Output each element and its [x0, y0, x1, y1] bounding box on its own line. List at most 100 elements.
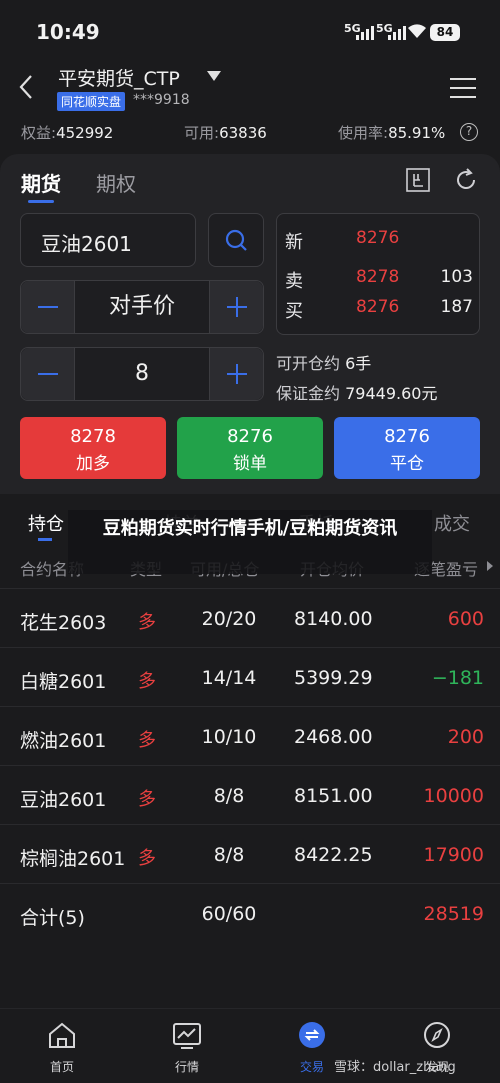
row-type: 多 [138, 671, 156, 692]
close-position-button[interactable]: 8276 平仓 [334, 417, 480, 479]
back-icon[interactable] [18, 74, 34, 100]
row-qty: 20/20 [201, 608, 257, 630]
account-summary: 权益:452992 可用:63836 使用率:85.91% ? [0, 120, 500, 148]
table-row[interactable]: 白糖2601 多 14/14 5399.29 −181 [0, 647, 500, 706]
watermark: 雪球：dollar_zhang [334, 1060, 456, 1075]
signal-icon [356, 24, 374, 40]
quantity-plus-button[interactable] [209, 348, 263, 400]
bid-price: 8276 [356, 297, 400, 317]
tab-underline [28, 200, 54, 203]
quantity-stepper: 8 [20, 347, 264, 401]
nav-market[interactable]: 行情 [157, 1021, 217, 1075]
nav-home-label: 首页 [49, 1060, 74, 1074]
trade-icon [299, 1022, 325, 1048]
row-qty: 8/8 [213, 844, 245, 866]
row-avg: 5399.29 [294, 667, 373, 689]
price-type-stepper: 对手价 [20, 280, 264, 334]
dropdown-caret-icon[interactable] [206, 70, 222, 82]
add-long-label: 加多 [76, 454, 110, 474]
table-row[interactable]: 花生2603 多 20/20 8140.00 600 [0, 588, 500, 647]
quantity-minus-button[interactable] [21, 348, 75, 400]
row-pl: 17900 [423, 844, 484, 866]
row-pl: 200 [447, 726, 484, 748]
ask-price: 8278 [356, 267, 400, 287]
row-name: 豆油2601 [20, 789, 107, 811]
total-pl: 28519 [423, 903, 484, 925]
search-icon [225, 229, 247, 251]
quantity-value[interactable]: 8 [75, 348, 209, 400]
lock-price: 8276 [227, 426, 273, 447]
row-type: 多 [138, 848, 156, 869]
bid-row[interactable]: 买 8276 187 [277, 293, 481, 323]
ask-label: 卖 [285, 271, 303, 292]
row-avg: 2468.00 [294, 726, 373, 748]
margin-label: 保证金约 [276, 384, 341, 403]
nav-trade[interactable]: 交易 [282, 1021, 342, 1075]
menu-icon[interactable] [450, 76, 476, 100]
order-panel: 期货 期权 豆油2601 对手价 8 新 8276 卖 8278 103 买 8… [0, 154, 500, 494]
tab-options[interactable]: 期权 [96, 168, 136, 197]
lock-button[interactable]: 8276 锁单 [177, 417, 323, 479]
row-qty: 10/10 [201, 726, 257, 748]
bid-label: 买 [285, 301, 303, 322]
row-avg: 8422.25 [294, 844, 373, 866]
price-type-value[interactable]: 对手价 [75, 281, 209, 333]
last-price-row: 新 8276 [277, 224, 481, 254]
margin-value: 79449.60元 [345, 384, 438, 403]
row-name: 棕榈油2601 [20, 848, 126, 870]
openable-label: 可开仓约 [276, 354, 341, 373]
table-row[interactable]: 燃油2601 多 10/10 2468.00 200 [0, 706, 500, 765]
contract-input[interactable]: 豆油2601 [20, 213, 196, 267]
price-plus-button[interactable] [209, 281, 263, 333]
wifi-icon [408, 24, 426, 38]
add-long-price: 8278 [70, 426, 116, 447]
condition-order-icon[interactable] [406, 168, 430, 192]
status-bar: 10:49 5G 5G 84 [0, 0, 500, 62]
row-avg: 8151.00 [294, 785, 373, 807]
equity-label: 权益: [21, 124, 57, 142]
account-header: 平安期货_CTP 同花顺实盘 ***9918 [0, 60, 500, 120]
row-qty: 14/14 [201, 667, 257, 689]
total-label: 合计(5) [20, 907, 85, 929]
search-button[interactable] [208, 213, 264, 267]
tab-underline [38, 538, 52, 541]
last-price: 8276 [356, 228, 400, 248]
tab-trades[interactable]: 成交 [434, 510, 470, 536]
tab-futures[interactable]: 期货 [21, 168, 61, 197]
table-row[interactable]: 豆油2601 多 8/8 8151.00 10000 [0, 765, 500, 824]
row-type: 多 [138, 730, 156, 751]
row-avg: 8140.00 [294, 608, 373, 630]
refresh-icon[interactable] [454, 168, 478, 192]
row-name: 燃油2601 [20, 730, 107, 752]
row-pl: 600 [447, 608, 484, 630]
account-badge: 同花顺实盘 [57, 92, 126, 111]
equity-value: 452992 [56, 124, 114, 142]
battery-icon: 84 [430, 24, 460, 41]
usage-label: 使用率: [338, 124, 389, 142]
nav-home[interactable]: 首页 [32, 1021, 92, 1075]
account-number: ***9918 [133, 92, 190, 108]
close-label: 平仓 [390, 454, 424, 474]
table-row[interactable]: 棕榈油2601 多 8/8 8422.25 17900 [0, 824, 500, 883]
lock-label: 锁单 [233, 454, 267, 474]
last-label: 新 [285, 232, 303, 253]
ask-row[interactable]: 卖 8278 103 [277, 263, 481, 293]
quote-panel: 新 8276 卖 8278 103 买 8276 187 [276, 213, 480, 335]
tab-positions[interactable]: 持仓 [28, 510, 64, 536]
price-minus-button[interactable] [21, 281, 75, 333]
chart-icon [173, 1023, 201, 1049]
bid-volume: 187 [440, 297, 473, 317]
row-type: 多 [138, 612, 156, 633]
available-value: 63836 [219, 124, 267, 142]
add-long-button[interactable]: 8278 加多 [20, 417, 166, 479]
compass-icon [424, 1022, 450, 1048]
chevron-right-icon[interactable] [486, 561, 494, 571]
help-icon[interactable]: ? [460, 123, 478, 141]
usage-value: 85.91% [388, 124, 446, 142]
openable-value: 6手 [345, 354, 372, 373]
row-qty: 8/8 [213, 785, 245, 807]
row-name: 白糖2601 [20, 671, 107, 693]
ask-volume: 103 [440, 267, 473, 287]
account-title[interactable]: 平安期货_CTP [58, 64, 180, 91]
total-row: 合计(5) 60/60 28519 [0, 883, 500, 943]
